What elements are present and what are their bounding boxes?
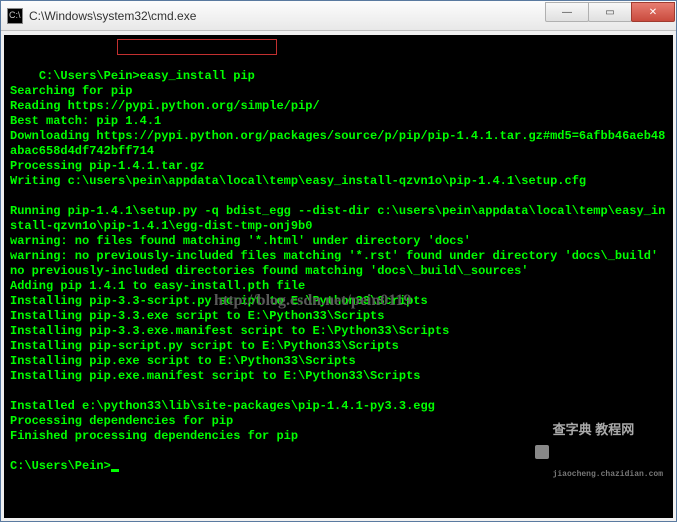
- output-line: Installing pip-3.3.exe script to E:\Pyth…: [10, 309, 384, 323]
- cursor-icon: [111, 469, 119, 472]
- output-line: warning: no previously-included files ma…: [10, 249, 658, 263]
- output-line: warning: no files found matching '*.html…: [10, 234, 471, 248]
- cmd-window: C:\ C:\Windows\system32\cmd.exe — ▭ ✕ C:…: [0, 0, 677, 522]
- footer-url: jiaocheng.chazidian.com: [553, 467, 663, 482]
- output-line: no previously-included directories found…: [10, 264, 528, 278]
- output-line: Reading https://pypi.python.org/simple/p…: [10, 99, 320, 113]
- output-line: Installing pip-script.py script to E:\Py…: [10, 339, 399, 353]
- output-line: Installed e:\python33\lib\site-packages\…: [10, 399, 435, 413]
- prompt-path: C:\Users\Pein>: [10, 459, 111, 473]
- watermark-footer: 查字典 教程网 jiaocheng.chazidian.com: [535, 392, 663, 512]
- terminal-body[interactable]: C:\Users\Pein>easy_install pip Searching…: [1, 31, 676, 521]
- output-line: Writing c:\users\pein\appdata\local\temp…: [10, 174, 586, 188]
- window-controls: — ▭ ✕: [546, 1, 676, 30]
- output-line: Running pip-1.4.1\setup.py -q bdist_egg …: [10, 204, 665, 233]
- maximize-button[interactable]: ▭: [588, 2, 632, 22]
- output-line: Installing pip-3.3.exe.manifest script t…: [10, 324, 449, 338]
- typed-command: easy_install pip: [140, 69, 255, 83]
- highlight-box: [117, 39, 277, 55]
- output-line: Downloading https://pypi.python.org/pack…: [10, 129, 665, 158]
- titlebar[interactable]: C:\ C:\Windows\system32\cmd.exe — ▭ ✕: [1, 1, 676, 31]
- output-line: Processing pip-1.4.1.tar.gz: [10, 159, 204, 173]
- output-line: Adding pip 1.4.1 to easy-install.pth fil…: [10, 279, 305, 293]
- minimize-button[interactable]: —: [545, 2, 589, 22]
- output-line: Installing pip.exe.manifest script to E:…: [10, 369, 420, 383]
- book-icon: [535, 445, 549, 459]
- window-title: C:\Windows\system32\cmd.exe: [29, 9, 546, 23]
- output-line: Searching for pip: [10, 84, 132, 98]
- output-line: Finished processing dependencies for pip: [10, 429, 298, 443]
- output-line: Installing pip-3.3-script.py script to E…: [10, 294, 428, 308]
- output-line: Processing dependencies for pip: [10, 414, 233, 428]
- footer-cn: 查字典 教程网: [553, 422, 663, 437]
- cmd-icon: C:\: [7, 8, 23, 24]
- output-line: Best match: pip 1.4.1: [10, 114, 161, 128]
- prompt-path: C:\Users\Pein>: [39, 69, 140, 83]
- output-line: Installing pip.exe script to E:\Python33…: [10, 354, 356, 368]
- close-button[interactable]: ✕: [631, 2, 675, 22]
